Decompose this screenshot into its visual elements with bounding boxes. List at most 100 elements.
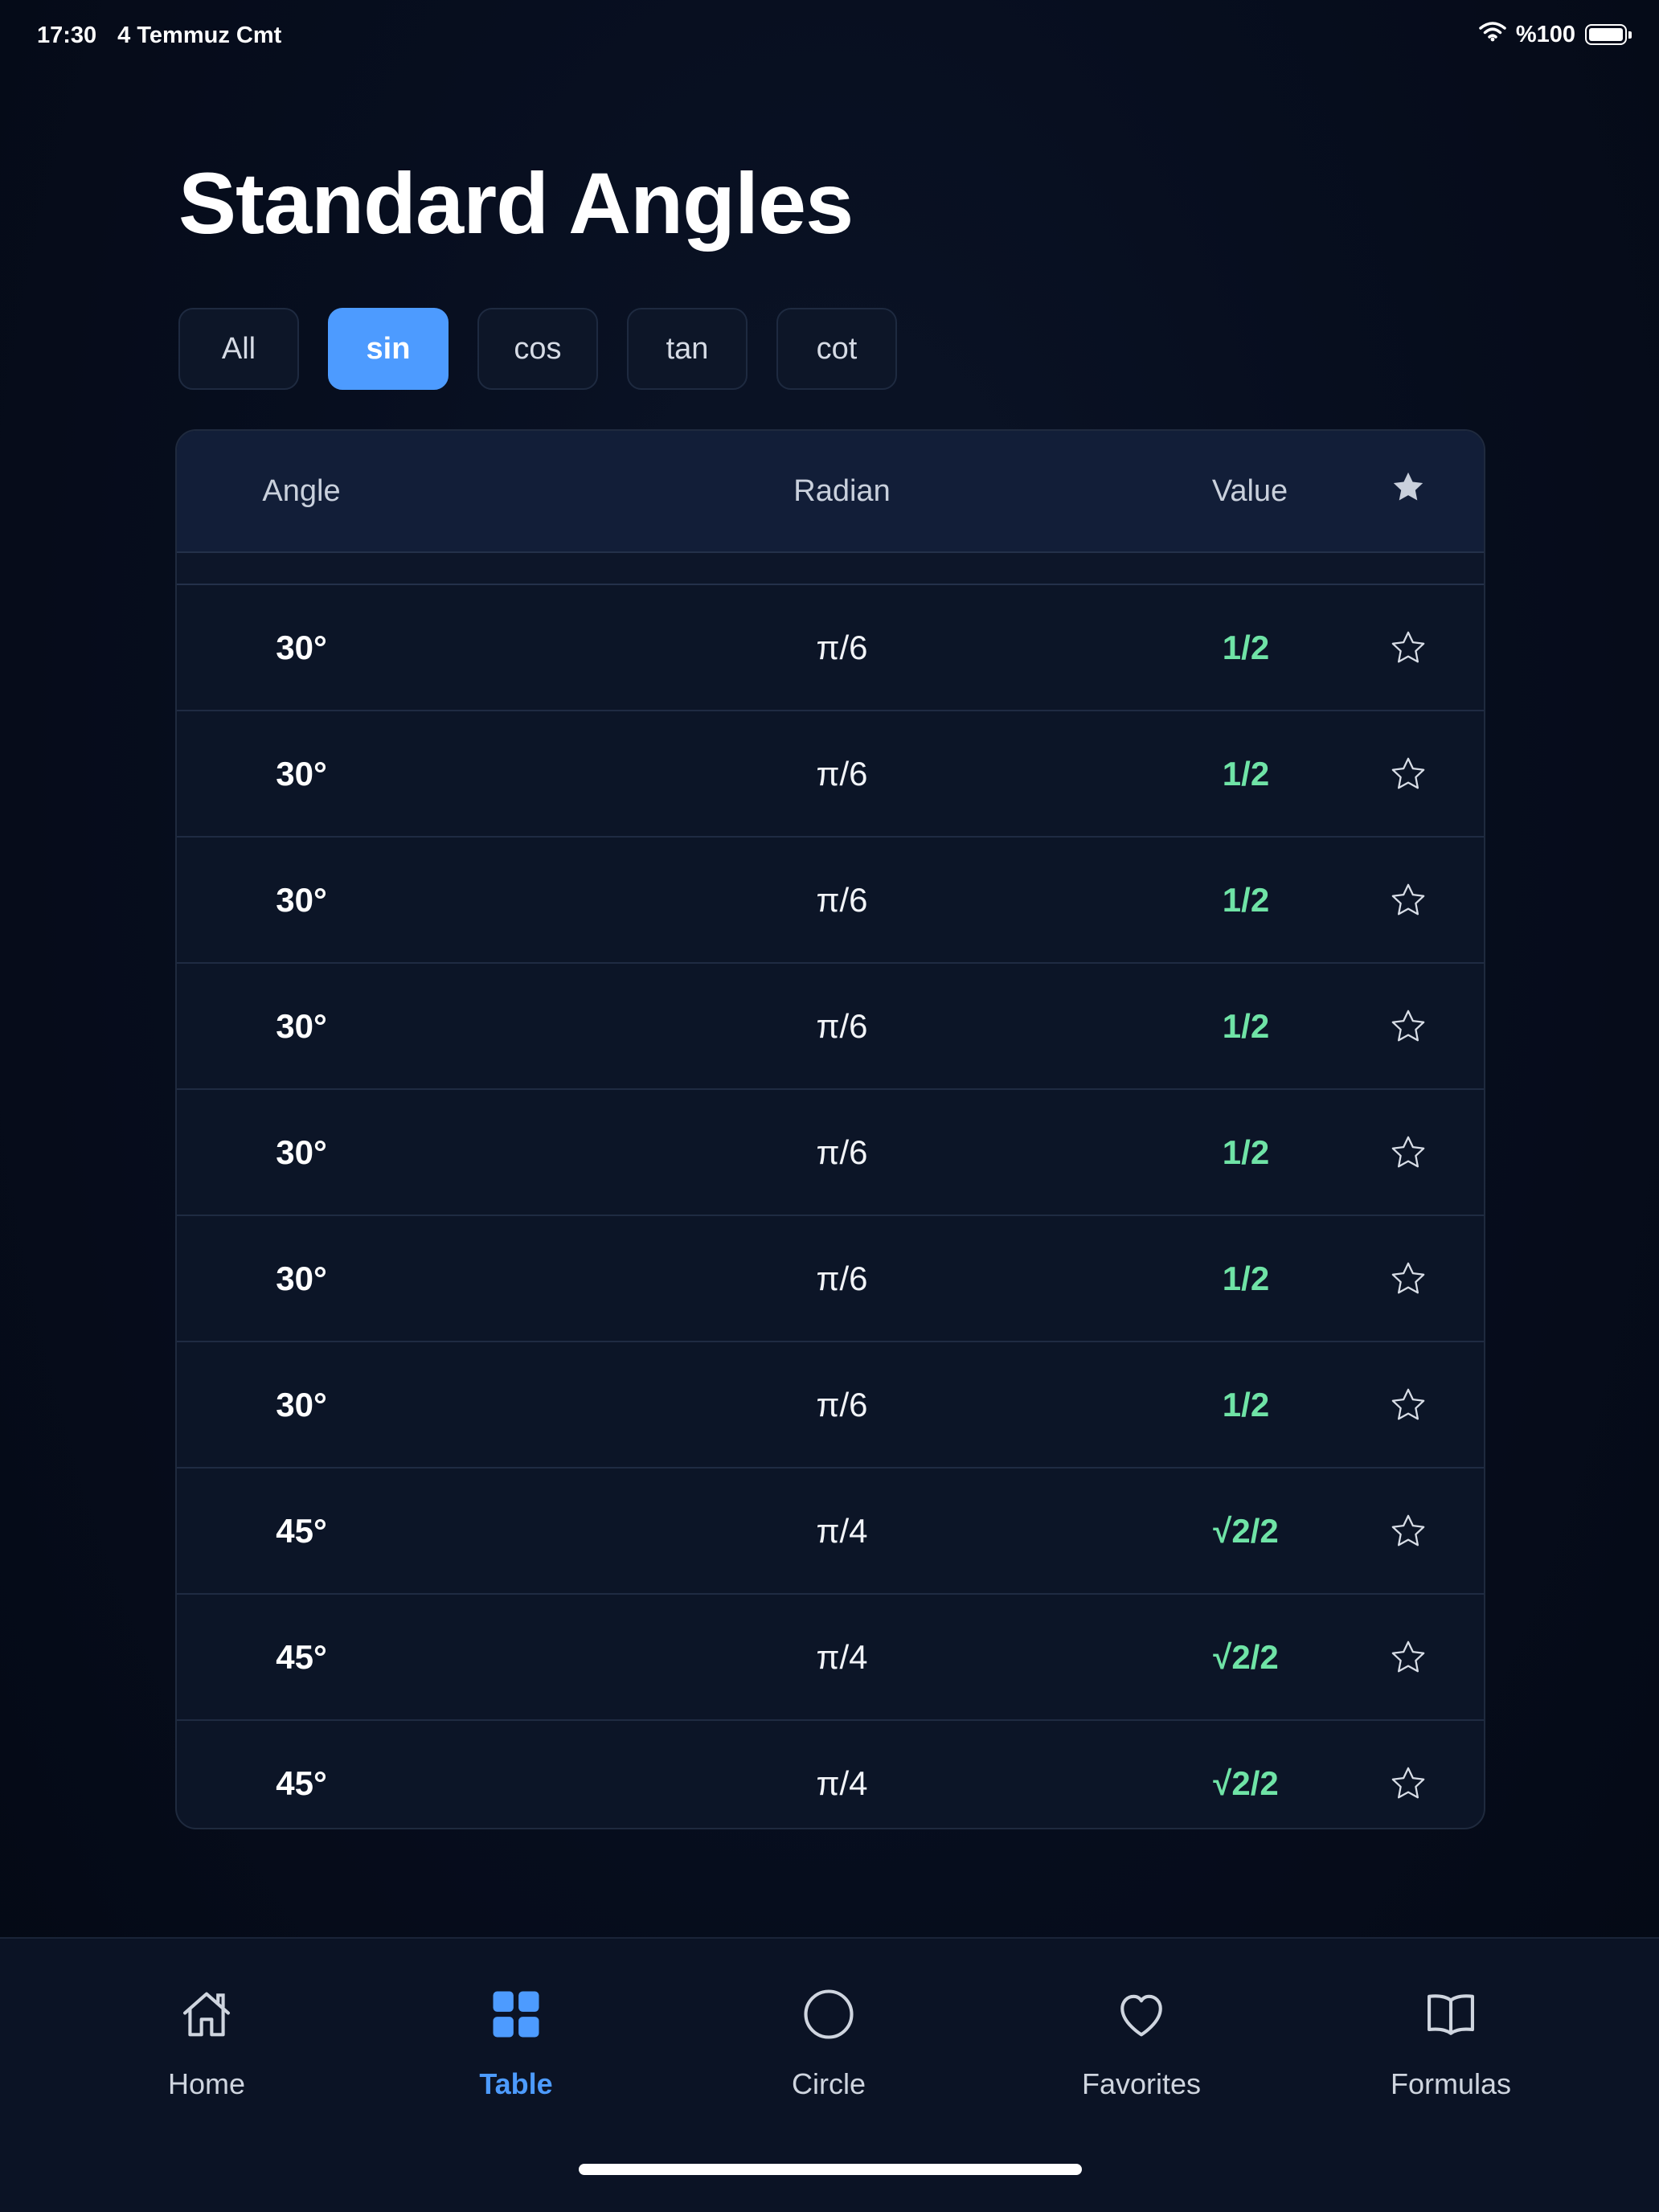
- table-header: Angle Radian Value: [177, 431, 1484, 553]
- star-outline-icon[interactable]: [1386, 1635, 1431, 1680]
- status-left: 17:30 4 Temmuz Cmt: [37, 23, 281, 49]
- angle-value: 45°: [276, 1511, 327, 1550]
- header-radian-label: Radian: [793, 473, 891, 508]
- table-row[interactable]: 45° π/4 √2/2: [177, 1469, 1484, 1595]
- favorite-cell: [1358, 1595, 1458, 1719]
- table-row[interactable]: 45° π/4 √2/2: [177, 1721, 1484, 1828]
- angles-table: Angle Radian Value 30° π/6 1/2 30° π/6 1/2 30°…: [175, 429, 1485, 1829]
- radian-value: π/4: [816, 1637, 868, 1676]
- radian-value: π/4: [816, 1763, 868, 1802]
- star-outline-icon[interactable]: [1386, 1130, 1431, 1175]
- angle-value: 30°: [276, 1385, 327, 1423]
- angle-value: 30°: [276, 1259, 327, 1297]
- header-angle: Angle: [177, 431, 426, 551]
- angle-cell: 45°: [177, 1721, 426, 1828]
- status-date: 4 Temmuz Cmt: [117, 23, 282, 48]
- home-indicator[interactable]: [579, 2164, 1082, 2175]
- header-angle-label: Angle: [262, 473, 341, 508]
- angle-cell: 30°: [177, 838, 426, 962]
- favorite-cell: [1358, 1721, 1458, 1828]
- radian-cell: π/6: [659, 1342, 1025, 1467]
- angle-value: 30°: [276, 628, 327, 666]
- star-outline-icon[interactable]: [1386, 1004, 1431, 1049]
- filter-chip-sin[interactable]: sin: [328, 308, 449, 390]
- favorite-cell: [1358, 1342, 1458, 1467]
- filter-chip-all[interactable]: All: [178, 308, 299, 390]
- app-screen: 17:30 4 Temmuz Cmt %100 Standard Angles …: [0, 0, 1659, 2212]
- trig-value: 1/2: [1222, 880, 1270, 919]
- trig-value: 1/2: [1222, 628, 1270, 666]
- star-outline-icon[interactable]: [1386, 1761, 1431, 1806]
- radian-cell: π/6: [659, 711, 1025, 836]
- angle-cell: 30°: [177, 1216, 426, 1341]
- grid-icon: [484, 1982, 548, 2046]
- radian-cell: π/6: [659, 585, 1025, 710]
- star-outline-icon[interactable]: [1386, 1382, 1431, 1428]
- angle-cell: 30°: [177, 711, 426, 836]
- angle-value: 30°: [276, 1133, 327, 1171]
- tab-table[interactable]: Table: [420, 1982, 612, 2101]
- tab-home-label: Home: [167, 2067, 246, 2100]
- table-header-divider: [177, 553, 1484, 585]
- star-outline-icon[interactable]: [1386, 1509, 1431, 1554]
- star-outline-icon[interactable]: [1386, 625, 1431, 670]
- angle-value: 30°: [276, 880, 327, 919]
- status-bar: 17:30 4 Temmuz Cmt %100: [0, 0, 1659, 74]
- angle-cell: 45°: [177, 1595, 426, 1719]
- radian-value: π/6: [816, 754, 868, 793]
- radian-cell: π/4: [659, 1721, 1025, 1828]
- radian-cell: π/6: [659, 1216, 1025, 1341]
- tab-formulas[interactable]: Formulas: [1354, 1982, 1547, 2101]
- tab-favorites[interactable]: Favorites: [1045, 1982, 1238, 2101]
- filter-chip-cos[interactable]: cos: [477, 308, 598, 390]
- radian-cell: π/6: [659, 838, 1025, 962]
- radian-cell: π/4: [659, 1469, 1025, 1593]
- battery-icon: [1585, 24, 1632, 45]
- status-time: 17:30: [37, 23, 97, 48]
- angle-cell: 30°: [177, 585, 426, 710]
- function-filter-bar: All sin cos tan cot: [178, 308, 897, 390]
- trig-value: 1/2: [1222, 1385, 1270, 1423]
- table-row[interactable]: 30° π/6 1/2: [177, 838, 1484, 964]
- radian-value: π/6: [816, 628, 868, 666]
- trig-value: 1/2: [1222, 1133, 1270, 1171]
- trig-value: 1/2: [1222, 1006, 1270, 1045]
- angle-value: 30°: [276, 754, 327, 793]
- star-outline-icon[interactable]: [1386, 1256, 1431, 1301]
- radian-value: π/6: [816, 880, 868, 919]
- trig-value: √2/2: [1213, 1763, 1279, 1802]
- angle-cell: 30°: [177, 964, 426, 1088]
- star-outline-icon[interactable]: [1386, 878, 1431, 923]
- table-row[interactable]: 30° π/6 1/2: [177, 964, 1484, 1090]
- tab-home[interactable]: Home: [110, 1982, 303, 2101]
- trig-value: 1/2: [1222, 754, 1270, 793]
- table-row[interactable]: 45° π/4 √2/2: [177, 1595, 1484, 1721]
- angle-cell: 45°: [177, 1469, 426, 1593]
- favorite-cell: [1358, 1090, 1458, 1215]
- favorite-cell: [1358, 1469, 1458, 1593]
- table-row[interactable]: 30° π/6 1/2: [177, 1216, 1484, 1342]
- tab-circle-label: Circle: [791, 2067, 866, 2100]
- favorite-cell: [1358, 1216, 1458, 1341]
- battery-level: [1589, 28, 1623, 41]
- table-body: 30° π/6 1/2 30° π/6 1/2 30° π/6 1/2 30° π/6 1/2 30° π…: [177, 585, 1484, 1828]
- table-row[interactable]: 30° π/6 1/2: [177, 1342, 1484, 1469]
- favorite-cell: [1358, 711, 1458, 836]
- favorite-cell: [1358, 838, 1458, 962]
- page-title: Standard Angles: [178, 154, 854, 252]
- favorite-cell: [1358, 964, 1458, 1088]
- favorite-cell: [1358, 585, 1458, 710]
- circle-icon: [797, 1982, 861, 2046]
- radian-cell: π/6: [659, 1090, 1025, 1215]
- tab-table-label: Table: [479, 2067, 553, 2100]
- table-row[interactable]: 30° π/6 1/2: [177, 711, 1484, 838]
- tab-circle[interactable]: Circle: [732, 1982, 925, 2101]
- table-row[interactable]: 30° π/6 1/2: [177, 1090, 1484, 1216]
- filter-chip-cot[interactable]: cot: [776, 308, 897, 390]
- header-radian: Radian: [659, 431, 1025, 551]
- angle-cell: 30°: [177, 1090, 426, 1215]
- star-outline-icon[interactable]: [1386, 752, 1431, 797]
- filter-chip-tan[interactable]: tan: [627, 308, 748, 390]
- table-row[interactable]: 30° π/6 1/2: [177, 585, 1484, 711]
- angle-value: 45°: [276, 1763, 327, 1802]
